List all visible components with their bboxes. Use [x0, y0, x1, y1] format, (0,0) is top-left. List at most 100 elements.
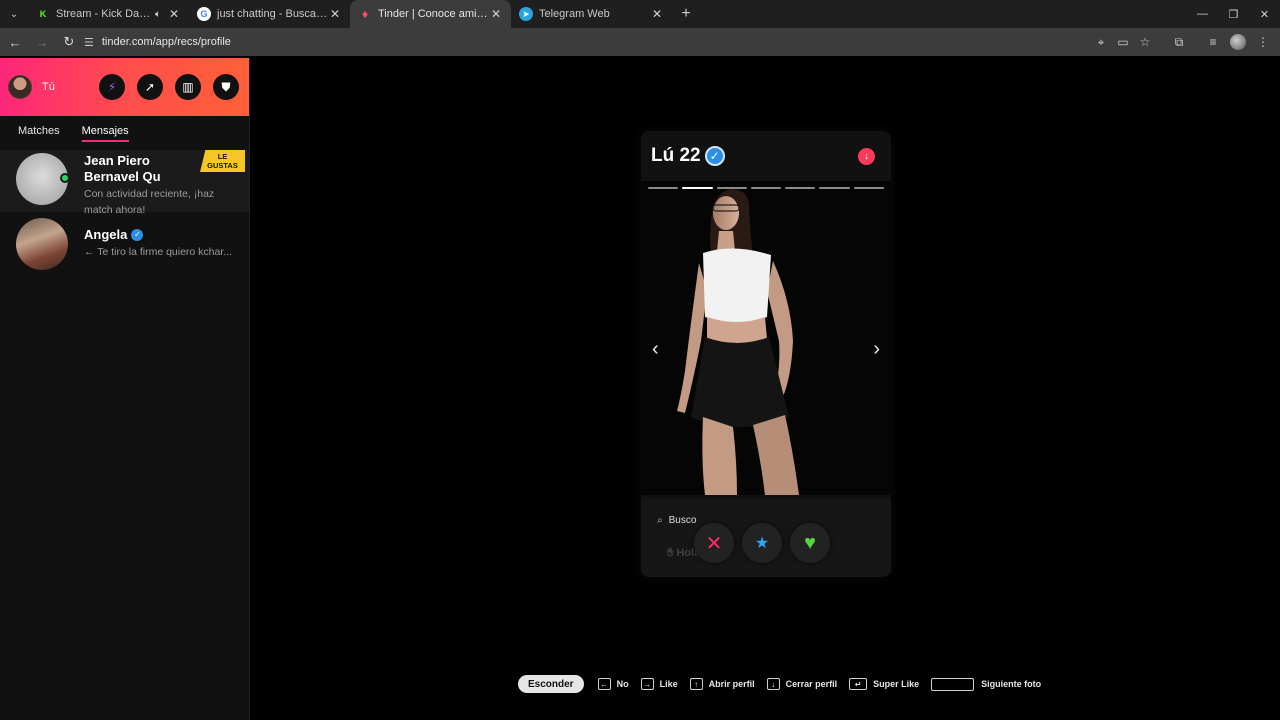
shield-icon[interactable]: ⛊ — [213, 74, 239, 100]
my-profile-label[interactable]: Tú — [42, 81, 55, 93]
photo-indicator[interactable] — [785, 187, 816, 189]
back-icon[interactable]: ← — [3, 30, 27, 54]
like-button[interactable]: ♥ — [790, 523, 830, 563]
menu-icon[interactable]: ⋮ — [1252, 31, 1274, 53]
tab-mensajes[interactable]: Mensajes — [81, 125, 129, 142]
shortcut-label: Super Like — [873, 679, 920, 689]
profile-card: Lú 22 ✓ ↓ ‹ › ⌕ Busco ✋︎ Hola ✕ ★ ♥ — [641, 131, 891, 577]
profile-photo[interactable]: ‹ › — [641, 181, 891, 495]
profile-photo-image — [641, 181, 891, 495]
browser-tab-google[interactable]: G just chatting - Buscar con Goog ✕ — [189, 0, 350, 28]
hide-shortcuts-button[interactable]: Esconder — [518, 675, 584, 693]
tab-title: Tinder | Conoce amigos y gente — [378, 8, 489, 20]
avatar[interactable] — [8, 75, 32, 99]
super-like-button[interactable]: ★ — [742, 523, 782, 563]
profile-avatar[interactable] — [1230, 34, 1246, 50]
nope-button[interactable]: ✕ — [694, 523, 734, 563]
shortcut-next-photo: Siguiente foto — [931, 677, 1042, 691]
sidebar-header: Tú ⚡︎ ➚ ▥ ⛊ — [0, 58, 249, 116]
url-field[interactable]: ☰ tinder.com/app/recs/profile — [84, 28, 231, 56]
message-item[interactable]: Angela ✓ ← Te tiro la firme quiero kchar… — [0, 218, 249, 281]
profile-name-age: Lú 22 — [651, 145, 701, 166]
tab-title: Stream - Kick Dashboard — [56, 8, 155, 20]
tinder-icon: ♦︎ — [361, 7, 369, 21]
photo-indicator[interactable] — [819, 187, 850, 189]
restore-icon[interactable]: ❐ — [1218, 0, 1249, 28]
contact-name: Jean Piero Bernavel Qu — [84, 153, 161, 184]
arrow-down-key-icon: ↓ — [766, 678, 780, 690]
close-profile-icon[interactable]: ↓ — [858, 148, 875, 165]
close-tab-icon[interactable]: ✕ — [328, 7, 342, 21]
badge-line: GUSTAS — [207, 161, 238, 170]
tab-title: just chatting - Buscar con Goog — [217, 8, 328, 20]
google-icon: G — [197, 7, 211, 21]
tab-matches[interactable]: Matches — [18, 125, 60, 137]
close-window-icon[interactable]: ✕ — [1249, 0, 1280, 28]
arrow-right-key-icon: → — [640, 678, 654, 690]
tab-search-button[interactable]: ⌄ — [0, 0, 28, 28]
site-info-icon[interactable]: ☰ — [84, 36, 94, 49]
photo-indicator[interactable] — [853, 187, 884, 189]
close-tab-icon[interactable]: ✕ — [489, 7, 503, 21]
reload-icon[interactable]: ↻ — [57, 30, 81, 54]
message-item[interactable]: Jean Piero Bernavel Qu Con actividad rec… — [0, 150, 249, 216]
keyboard-shortcuts-bar: Esconder ← No → Like ↑ Abrir perfil ↓ Ce… — [518, 675, 1053, 693]
message-preview: Con actividad reciente, ¡haz match ahora… — [84, 188, 215, 216]
photo-indicator-active[interactable] — [682, 187, 713, 189]
minimize-icon[interactable]: — — [1187, 0, 1218, 28]
shortcut-label: Cerrar perfil — [785, 679, 838, 689]
browser-toolbar: ⌖ ▭ ☆ ⧉ ≡ ⋮ — [1090, 28, 1274, 56]
shortcut-label: Siguiente foto — [981, 679, 1042, 689]
shortcut-like: → Like — [640, 678, 678, 690]
shortcut-no: ← No — [597, 678, 629, 690]
shortcut-super-like: ↵ Super Like — [849, 678, 919, 690]
telegram-icon: ➤ — [519, 7, 533, 21]
tab-title: Telegram Web — [539, 8, 610, 20]
extensions-icon[interactable]: ⧉ — [1168, 31, 1190, 53]
url-text: tinder.com/app/recs/profile — [101, 36, 231, 48]
looking-for-section: ⌕ Busco — [657, 515, 696, 526]
browser-tab-tinder[interactable]: ♦︎ Tinder | Conoce amigos y gente ✕ — [350, 0, 511, 28]
media-control-icon[interactable]: ≡ — [1202, 31, 1224, 53]
browser-tab-kick[interactable]: K Stream - Kick Dashboard 🔈︎ ✕ — [28, 0, 189, 28]
next-photo-icon[interactable]: › — [873, 338, 880, 361]
card-header: Lú 22 ✓ ↓ — [641, 131, 891, 181]
photo-indicator[interactable] — [750, 187, 782, 189]
sidebar-tabs: Matches Mensajes — [0, 116, 249, 146]
verified-icon: ✓ — [704, 146, 725, 166]
window-controls: — ❐ ✕ — [1187, 0, 1280, 28]
location-icon[interactable]: ⌖ — [1090, 31, 1112, 53]
briefcase-icon[interactable]: ▥ — [175, 74, 201, 100]
kick-icon: K — [39, 9, 47, 19]
badge-line: LE — [217, 152, 228, 161]
avatar — [16, 218, 68, 270]
boost-icon[interactable]: ⚡︎ — [99, 74, 125, 100]
enter-key-icon: ↵ — [849, 678, 868, 690]
online-status-dot — [60, 173, 70, 183]
arrow-up-key-icon: ↑ — [689, 678, 703, 690]
wave-icon: ✋︎ — [667, 547, 674, 559]
explore-icon[interactable]: ➚ — [137, 74, 163, 100]
photo-progress — [648, 187, 884, 190]
contact-name: Angela — [84, 227, 128, 242]
browser-tab-telegram[interactable]: ➤ Telegram Web ✕ — [511, 0, 672, 28]
browser-tabstrip: ⌄ K Stream - Kick Dashboard 🔈︎ ✕ G just … — [0, 0, 1280, 28]
forward-icon[interactable]: → — [30, 30, 54, 54]
close-tab-icon[interactable]: ✕ — [167, 7, 181, 21]
contact-name-row: Angela ✓ — [84, 227, 244, 243]
shortcut-close-profile: ↓ Cerrar perfil — [766, 678, 838, 690]
close-tab-icon[interactable]: ✕ — [650, 7, 664, 21]
photo-indicator[interactable] — [648, 187, 679, 189]
header-icons: ⚡︎ ➚ ▥ ⛊ — [87, 74, 239, 100]
address-bar: ← → ↻ ☰ tinder.com/app/recs/profile ⌖ ▭ … — [0, 28, 1280, 56]
photo-indicator[interactable] — [716, 187, 747, 189]
bookmark-star-icon[interactable]: ☆ — [1134, 31, 1156, 53]
message-body: Angela ✓ ← Te tiro la firme quiero kchar… — [84, 218, 244, 260]
card-info: ⌕ Busco ✋︎ Hola amig ✕ ★ ♥ — [641, 499, 891, 577]
new-tab-button[interactable]: + — [672, 5, 700, 23]
speaker-icon[interactable]: 🔈︎ — [155, 9, 161, 20]
previous-photo-icon[interactable]: ‹ — [652, 338, 659, 361]
swipe-actions: ✕ ★ ♥ — [694, 523, 838, 563]
message-preview: ← Te tiro la firme quiero kchar... — [84, 246, 233, 258]
cast-icon[interactable]: ▭ — [1112, 31, 1134, 53]
